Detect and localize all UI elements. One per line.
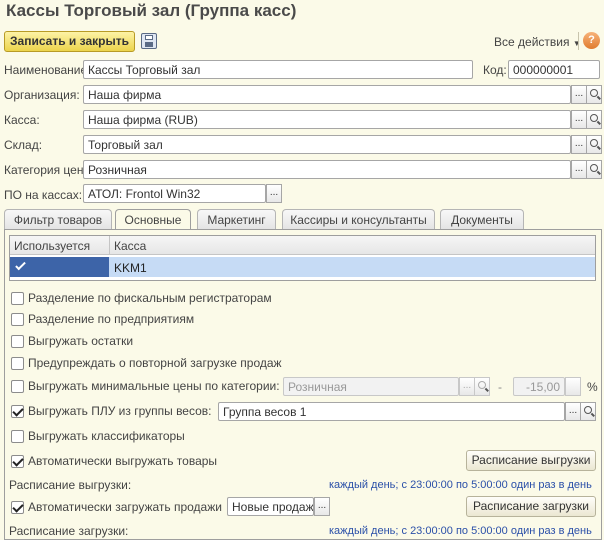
price-category-field[interactable]: Розничная [83,160,571,179]
export-min-prices-label: Выгружать минимальные цены по категории: [28,379,280,393]
tab-marketing[interactable]: Маркетинг [197,209,276,229]
import-schedule-button[interactable]: Расписание загрузки [466,496,596,517]
help-icon[interactable]: ? [583,32,600,49]
split-enterprise-checkbox[interactable] [11,313,24,326]
warehouse-search-button[interactable] [586,135,602,154]
registers-table[interactable]: Используется Касса KKM1 [9,235,596,281]
export-schedule-label: Расписание выгрузки: [9,478,132,492]
warehouse-select-button[interactable]: ... [571,135,587,154]
tab-cashiers[interactable]: Кассиры и консультанты [282,209,435,229]
name-field[interactable]: Кассы Торговый зал [83,60,473,79]
search-icon [590,89,598,97]
warehouse-label: Склад: [4,138,43,152]
organization-label: Организация: [4,88,80,102]
auto-import-label: Автоматически загружать продажи [28,500,222,514]
split-fiscal-label: Разделение по фискальным регистраторам [28,291,272,305]
export-classifiers-checkbox[interactable] [11,430,24,443]
split-enterprise-label: Разделение по предприятиям [28,312,195,326]
plu-group-field[interactable]: Группа весов 1 [218,402,565,421]
auto-import-checkbox[interactable] [11,501,24,514]
organization-field[interactable]: Наша фирма [83,85,571,104]
warn-reload-label: Предупреждать о повторной загрузке прода… [28,356,282,370]
calculator-icon[interactable] [565,377,581,396]
cash-search-button[interactable] [586,110,602,129]
export-min-prices-checkbox[interactable] [11,380,24,393]
plu-group-select-button[interactable]: ... [565,402,581,421]
cash-select-button[interactable]: ... [571,110,587,129]
column-used[interactable]: Используется [14,239,90,253]
window-title: Кассы Торговый зал (Группа касс) [6,1,297,20]
import-schedule-link[interactable]: каждый день; с 23:00:00 по 5:00:00 один … [329,525,592,537]
cash-field[interactable]: Наша фирма (RUB) [83,110,571,129]
row-register-name: KKM1 [114,261,147,275]
min-price-dash: - [498,380,502,394]
price-category-search-button[interactable] [586,160,602,179]
all-actions-menu[interactable]: Все действия ▼ [494,35,581,49]
plu-group-search-button[interactable] [580,402,596,421]
warehouse-field[interactable]: Торговый зал [83,135,571,154]
search-icon [590,139,598,147]
table-header: Используется Касса [10,236,595,255]
column-register[interactable]: Касса [114,239,146,253]
warn-reload-checkbox[interactable] [11,357,24,370]
import-mode-field[interactable]: Новые продажи [227,497,314,516]
min-price-category-field[interactable]: Розничная [283,377,459,396]
save-and-close-button[interactable]: Записать и закрыть [4,31,135,52]
tab-product-filter[interactable]: Фильтр товаров [4,209,112,229]
search-icon [478,381,486,389]
checkmark-icon [15,259,26,271]
export-plu-checkbox[interactable] [11,405,24,418]
code-field[interactable]: 000000001 [508,60,600,79]
import-schedule-label: Расписание загрузки: [9,524,129,538]
code-label: Код: [483,63,507,77]
export-schedule-button[interactable]: Расписание выгрузки [466,450,596,471]
cash-label: Касса: [4,113,40,127]
toolbar-divider [578,32,579,50]
tab-main[interactable]: Основные [115,209,191,230]
search-icon [590,164,598,172]
export-schedule-link[interactable]: каждый день; с 23:00:00 по 5:00:00 один … [329,479,592,491]
price-category-select-button[interactable]: ... [571,160,587,179]
dropdown-arrow-icon: ▼ [572,39,581,48]
column-divider [109,236,110,255]
po-label: ПО на кассах: [4,188,83,202]
all-actions-label: Все действия [494,35,570,49]
percent-label: % [587,380,598,394]
auto-export-checkbox[interactable] [11,455,24,468]
auto-export-label: Автоматически выгружать товары [28,454,218,468]
table-row[interactable]: KKM1 [10,257,595,277]
search-icon [584,406,592,414]
po-select-button[interactable]: ... [266,184,282,203]
name-label: Наименование: [4,63,91,77]
po-field[interactable]: АТОЛ: Frontol Win32 [83,184,266,203]
export-plu-label: Выгружать ПЛУ из группы весов: [28,404,212,418]
split-fiscal-checkbox[interactable] [11,292,24,305]
export-classifiers-label: Выгружать классификаторы [28,429,185,443]
export-stock-label: Выгружать остатки [28,334,134,348]
min-price-category-search-button[interactable] [474,377,490,396]
organization-search-button[interactable] [586,85,602,104]
tab-documents[interactable]: Документы [440,209,524,229]
price-category-label: Категория цен: [4,163,87,177]
export-stock-checkbox[interactable] [11,335,24,348]
organization-select-button[interactable]: ... [571,85,587,104]
import-mode-select-button[interactable]: ... [314,497,330,516]
search-icon [590,114,598,122]
min-price-category-select-button[interactable]: ... [459,377,475,396]
min-price-value-field[interactable]: -15,00 [513,377,565,396]
row-used-cell[interactable] [10,257,109,277]
save-icon[interactable] [141,33,157,49]
